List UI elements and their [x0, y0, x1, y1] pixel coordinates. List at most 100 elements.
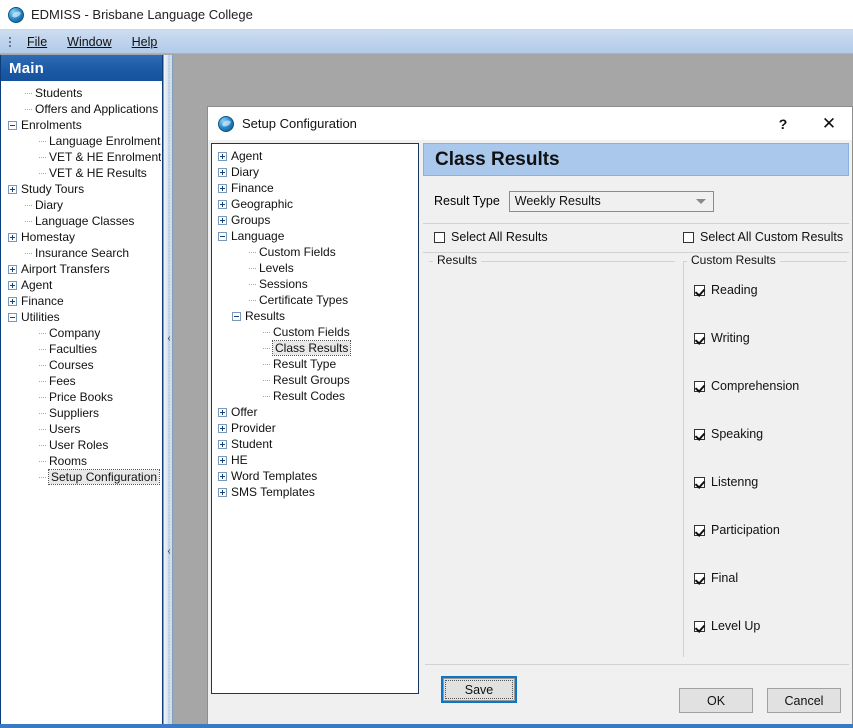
expand-plus-icon[interactable] [218, 472, 227, 481]
tree-item[interactable]: Geographic [212, 196, 418, 212]
expand-plus-icon[interactable] [218, 168, 227, 177]
checkbox-checked-icon [694, 621, 705, 632]
select-all-results-checkbox[interactable]: Select All Results [434, 230, 548, 244]
tree-item[interactable]: Rooms [2, 453, 161, 469]
tree-item[interactable]: Finance [2, 293, 161, 309]
tree-item[interactable]: Diary [2, 197, 161, 213]
tree-item[interactable]: Results [212, 308, 418, 324]
tree-item[interactable]: Company [2, 325, 161, 341]
ok-button[interactable]: OK [679, 688, 753, 713]
custom-result-checkbox[interactable]: Reading [694, 283, 758, 297]
menu-item-help[interactable]: Help [122, 33, 168, 51]
configuration-tree[interactable]: AgentDiaryFinanceGeographicGroupsLanguag… [211, 143, 419, 694]
tree-item[interactable]: VET & HE Enrolments [2, 149, 161, 165]
tree-item[interactable]: Certificate Types [212, 292, 418, 308]
tree-item[interactable]: Agent [2, 277, 161, 293]
cancel-button[interactable]: Cancel [767, 688, 841, 713]
menu-grip-handle[interactable] [6, 35, 14, 49]
tree-item[interactable]: Faculties [2, 341, 161, 357]
select-all-custom-results-checkbox[interactable]: Select All Custom Results [683, 230, 843, 244]
tree-item[interactable]: HE [212, 452, 418, 468]
custom-result-checkbox[interactable]: Writing [694, 331, 750, 345]
tree-item[interactable]: Offer [212, 404, 418, 420]
tree-item[interactable]: Agent [212, 148, 418, 164]
main-nav-tree[interactable]: StudentsOffers and ApplicationsEnrolment… [2, 82, 161, 726]
tree-item-label: Student [231, 437, 272, 451]
expand-plus-icon[interactable] [218, 440, 227, 449]
tree-item[interactable]: Language Classes [2, 213, 161, 229]
custom-result-checkbox[interactable]: Level Up [694, 619, 760, 633]
tree-item[interactable]: Custom Fields [212, 244, 418, 260]
splitter-collapse-top-icon[interactable]: ‹ [165, 333, 173, 345]
tree-item[interactable]: Class Results [212, 340, 418, 356]
tree-item[interactable]: Diary [212, 164, 418, 180]
expand-plus-icon[interactable] [218, 488, 227, 497]
expand-plus-icon[interactable] [8, 265, 17, 274]
tree-item[interactable]: Insurance Search [2, 245, 161, 261]
tree-item[interactable]: Students [2, 85, 161, 101]
custom-result-checkbox[interactable]: Speaking [694, 427, 763, 441]
tree-item[interactable]: User Roles [2, 437, 161, 453]
tree-item[interactable]: Fees [2, 373, 161, 389]
tree-item[interactable]: Finance [212, 180, 418, 196]
expand-plus-icon[interactable] [218, 216, 227, 225]
menu-item-file[interactable]: File [17, 33, 57, 51]
tree-item[interactable]: Utilities [2, 309, 161, 325]
tree-item[interactable]: Student [212, 436, 418, 452]
tree-item[interactable]: Setup Configuration [2, 469, 161, 485]
tree-item-label: HE [231, 453, 248, 467]
tree-item[interactable]: Levels [212, 260, 418, 276]
panel-splitter[interactable]: ‹ ‹ [163, 55, 173, 728]
custom-result-checkbox[interactable]: Final [694, 571, 738, 585]
tree-item[interactable]: Result Type [212, 356, 418, 372]
splitter-collapse-bottom-icon[interactable]: ‹ [165, 546, 173, 558]
help-icon[interactable]: ? [760, 107, 806, 140]
tree-item[interactable]: Courses [2, 357, 161, 373]
tree-item-label: Enrolments [21, 118, 82, 132]
tree-item[interactable]: Provider [212, 420, 418, 436]
expand-plus-icon[interactable] [8, 233, 17, 242]
tree-item[interactable]: Language Enrolments [2, 133, 161, 149]
tree-item[interactable]: Enrolments [2, 117, 161, 133]
close-icon[interactable]: ✕ [806, 107, 852, 140]
tree-item[interactable]: Airport Transfers [2, 261, 161, 277]
result-type-select[interactable]: Weekly Results [509, 191, 714, 212]
tree-item[interactable]: Suppliers [2, 405, 161, 421]
menu-item-window[interactable]: Window [57, 33, 121, 51]
tree-item[interactable]: VET & HE Results [2, 165, 161, 181]
collapse-minus-icon[interactable] [232, 312, 241, 321]
tree-item[interactable]: Word Templates [212, 468, 418, 484]
expand-plus-icon[interactable] [218, 200, 227, 209]
tree-item[interactable]: Result Codes [212, 388, 418, 404]
custom-result-checkbox[interactable]: Participation [694, 523, 780, 537]
collapse-minus-icon[interactable] [8, 313, 17, 322]
tree-item[interactable]: Custom Fields [212, 324, 418, 340]
tree-item[interactable]: Users [2, 421, 161, 437]
expand-plus-icon[interactable] [218, 184, 227, 193]
expand-plus-icon[interactable] [218, 424, 227, 433]
expand-plus-icon[interactable] [8, 185, 17, 194]
expand-plus-icon[interactable] [218, 408, 227, 417]
tree-item[interactable]: Offers and Applications [2, 101, 161, 117]
tree-item[interactable]: Language [212, 228, 418, 244]
tree-connector-icon [36, 169, 49, 178]
tree-item[interactable]: Study Tours [2, 181, 161, 197]
tree-item-label: Suppliers [49, 406, 99, 420]
tree-connector-icon [36, 137, 49, 146]
tree-connector-icon [36, 361, 49, 370]
tree-item[interactable]: Homestay [2, 229, 161, 245]
tree-item[interactable]: SMS Templates [212, 484, 418, 500]
custom-result-checkbox[interactable]: Comprehension [694, 379, 799, 393]
expand-plus-icon[interactable] [8, 281, 17, 290]
save-button[interactable]: Save [443, 678, 515, 701]
custom-result-checkbox[interactable]: Listenng [694, 475, 758, 489]
tree-item[interactable]: Result Groups [212, 372, 418, 388]
tree-item[interactable]: Sessions [212, 276, 418, 292]
expand-plus-icon[interactable] [8, 297, 17, 306]
expand-plus-icon[interactable] [218, 456, 227, 465]
collapse-minus-icon[interactable] [8, 121, 17, 130]
tree-item[interactable]: Groups [212, 212, 418, 228]
tree-item[interactable]: Price Books [2, 389, 161, 405]
collapse-minus-icon[interactable] [218, 232, 227, 241]
expand-plus-icon[interactable] [218, 152, 227, 161]
